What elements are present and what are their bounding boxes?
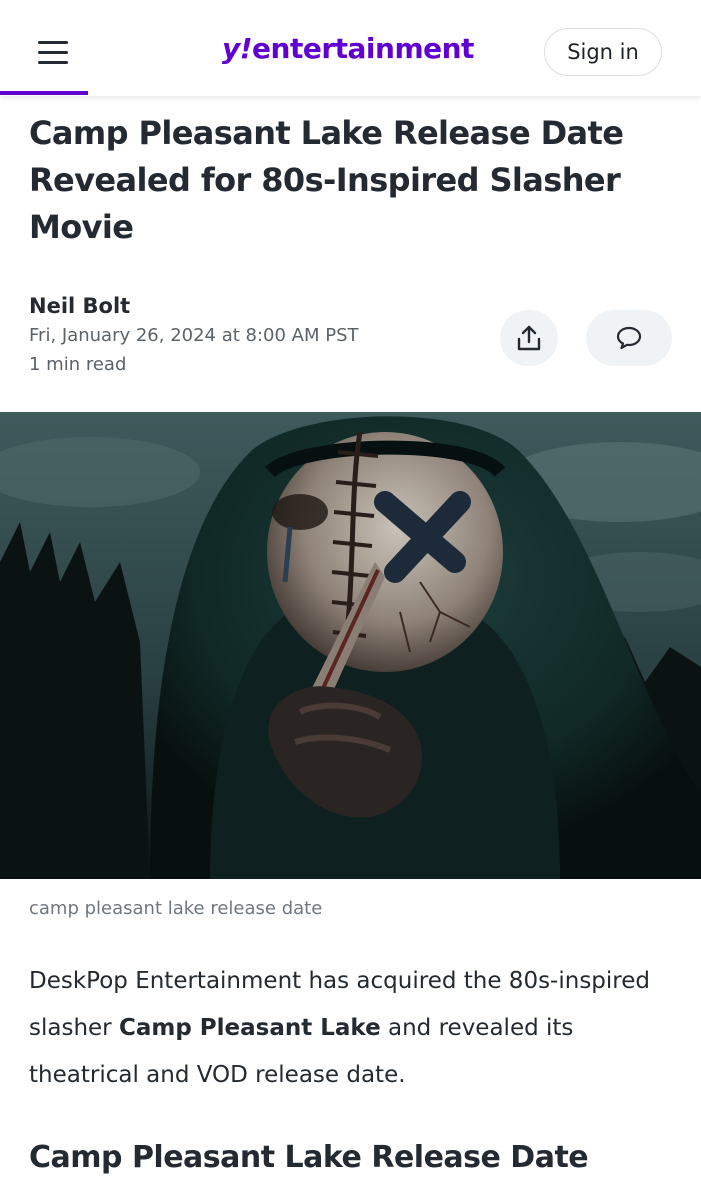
- section-subheading: Camp Pleasant Lake Release Date: [29, 1140, 589, 1175]
- comment-icon: [616, 326, 642, 350]
- share-button[interactable]: [500, 310, 558, 366]
- menu-active-indicator: [0, 91, 88, 95]
- top-nav-bar: y!entertainment Sign in: [0, 0, 701, 96]
- share-icon: [517, 325, 541, 351]
- body-bold-title: Camp Pleasant Lake: [118, 1015, 381, 1041]
- logo-mark: y!: [222, 32, 253, 65]
- logo-text: entertainment: [252, 32, 474, 65]
- yahoo-entertainment-logo[interactable]: y!entertainment: [222, 32, 474, 72]
- author-name[interactable]: Neil Bolt: [29, 294, 130, 318]
- article-page: y!entertainment Sign in Camp Pleasant La…: [0, 0, 701, 1200]
- hooded-masked-figure-image: [0, 412, 701, 879]
- sign-in-button[interactable]: Sign in: [544, 28, 662, 76]
- comments-button[interactable]: [586, 310, 672, 366]
- article-hero-image: [0, 412, 701, 879]
- article-headline: Camp Pleasant Lake Release Date Revealed…: [29, 114, 624, 246]
- read-time: 1 min read: [29, 354, 127, 375]
- image-caption: camp pleasant lake release date: [29, 898, 323, 919]
- publish-date: Fri, January 26, 2024 at 8:00 AM PST: [29, 325, 359, 346]
- hamburger-menu-icon[interactable]: [36, 38, 70, 68]
- article-body-paragraph: DeskPop Entertainment has acquired the 8…: [29, 958, 669, 1099]
